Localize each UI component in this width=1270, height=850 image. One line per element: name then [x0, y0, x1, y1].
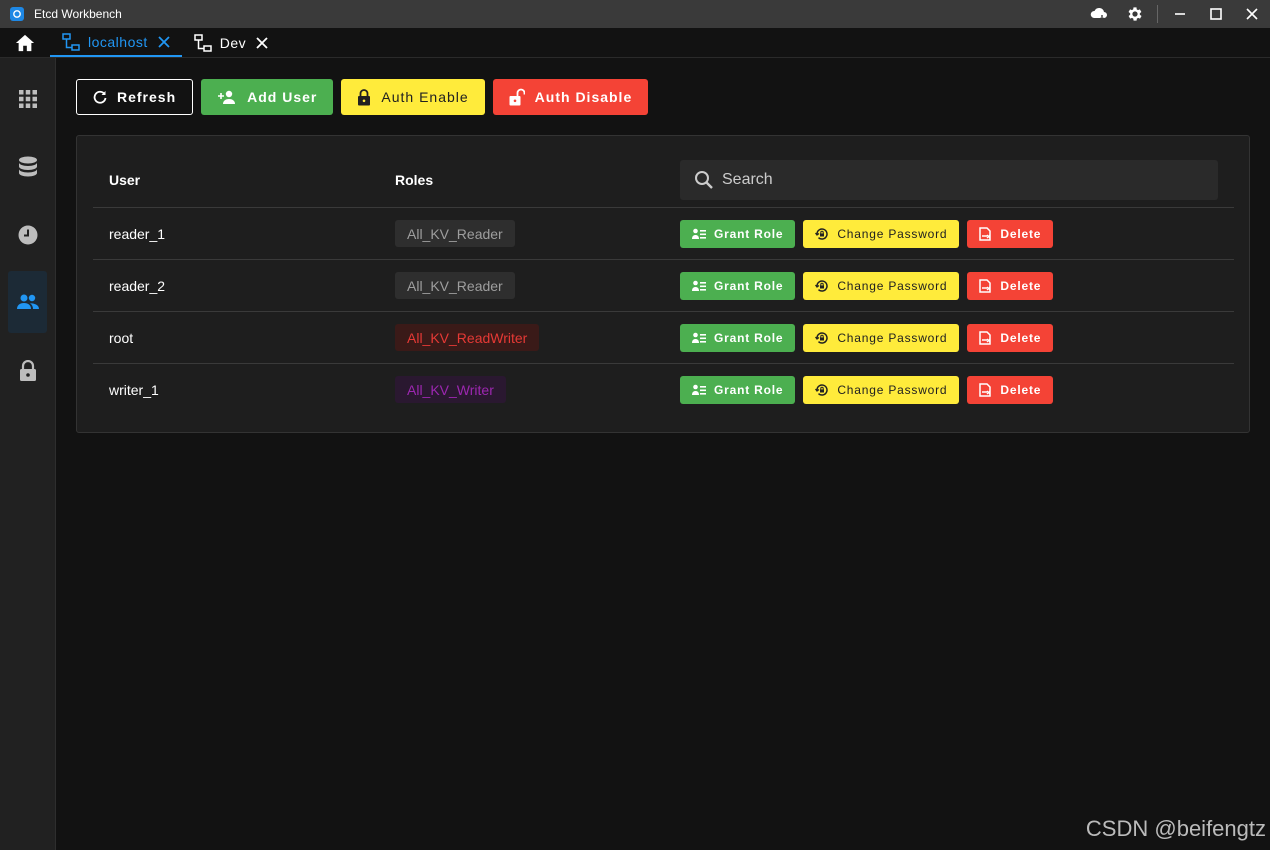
- main-content: Refresh Add User Auth Enable Auth Disabl…: [56, 58, 1270, 850]
- refresh-button[interactable]: Refresh: [76, 79, 194, 115]
- change-password-button[interactable]: Change Password: [803, 272, 960, 300]
- close-tab-icon[interactable]: [256, 36, 268, 49]
- app-title: Etcd Workbench: [34, 7, 122, 21]
- grant-role-button[interactable]: Grant Role: [680, 220, 796, 248]
- users-table-card: User Roles reader_1 All_KV_Reader Grant …: [76, 135, 1250, 433]
- sidebar-item-leases[interactable]: [8, 204, 47, 266]
- tab-bar: localhost Dev: [0, 28, 1270, 58]
- grant-role-icon: [692, 280, 706, 291]
- grant-role-button[interactable]: Grant Role: [680, 272, 796, 300]
- role-chip[interactable]: All_KV_Reader: [395, 220, 515, 247]
- table-row: writer_1 All_KV_Writer Grant Role Change…: [93, 363, 1234, 415]
- role-chip[interactable]: All_KV_Writer: [395, 376, 506, 403]
- delete-user-icon: [979, 383, 992, 397]
- delete-user-icon: [979, 227, 992, 241]
- lock-reset-icon: [815, 384, 829, 396]
- network-icon: [194, 33, 212, 52]
- user-name: writer_1: [109, 382, 159, 398]
- sidebar: [0, 58, 56, 850]
- lock-reset-icon: [815, 228, 829, 240]
- grant-role-icon: [692, 332, 706, 343]
- database-icon: [18, 156, 37, 177]
- title-bar-separator: [1157, 5, 1158, 23]
- grant-role-icon: [692, 384, 706, 395]
- sidebar-item-cluster[interactable]: [8, 68, 47, 130]
- column-header-roles: Roles: [395, 172, 434, 188]
- user-name: root: [109, 330, 134, 346]
- auth-enable-button[interactable]: Auth Enable: [341, 79, 485, 115]
- role-chip[interactable]: All_KV_Reader: [395, 272, 515, 299]
- users-icon: [16, 294, 39, 309]
- delete-user-icon: [979, 279, 992, 293]
- search-icon: [695, 171, 713, 189]
- sidebar-item-users[interactable]: [8, 271, 47, 333]
- add-user-button[interactable]: Add User: [201, 79, 334, 115]
- grant-role-button[interactable]: Grant Role: [680, 376, 796, 404]
- lock-reset-icon: [815, 280, 829, 292]
- lock-icon: [19, 360, 36, 381]
- role-chip[interactable]: All_KV_ReadWriter: [395, 324, 540, 351]
- clock-icon: [18, 225, 37, 245]
- user-name: reader_2: [109, 278, 166, 294]
- user-name: reader_1: [109, 226, 166, 242]
- home-icon: [15, 34, 35, 51]
- table-row: root All_KV_ReadWriter Grant Role Change…: [93, 311, 1234, 363]
- delete-button[interactable]: Delete: [967, 324, 1054, 352]
- tab-label: localhost: [88, 33, 148, 50]
- grant-role-button[interactable]: Grant Role: [680, 324, 796, 352]
- table-row: reader_2 All_KV_Reader Grant Role Change…: [93, 259, 1234, 311]
- delete-button[interactable]: Delete: [967, 376, 1054, 404]
- row-actions: Grant Role Change Password Delete: [680, 376, 1054, 404]
- home-tab[interactable]: [0, 28, 50, 57]
- tab-label: Dev: [219, 34, 247, 51]
- change-password-button[interactable]: Change Password: [803, 324, 960, 352]
- delete-button[interactable]: Delete: [967, 272, 1054, 300]
- column-header-user: User: [109, 172, 141, 188]
- lock-open-icon: [509, 88, 525, 106]
- title-bar: Etcd Workbench: [0, 0, 1270, 28]
- network-icon: [62, 32, 80, 51]
- sidebar-item-auth[interactable]: [8, 340, 47, 402]
- maximize-icon[interactable]: [1198, 0, 1234, 28]
- row-actions: Grant Role Change Password Delete: [680, 220, 1054, 248]
- tab-dev[interactable]: Dev: [182, 28, 280, 57]
- add-user-icon: [218, 90, 236, 104]
- search-box: [680, 160, 1218, 200]
- minimize-icon[interactable]: [1162, 0, 1198, 28]
- app-logo-icon: [10, 7, 24, 21]
- auth-disable-button[interactable]: Auth Disable: [492, 79, 649, 115]
- grid-icon: [18, 90, 37, 108]
- search-input[interactable]: [722, 171, 1202, 189]
- cloud-download-icon[interactable]: [1081, 0, 1117, 28]
- sidebar-item-keys[interactable]: [8, 136, 47, 198]
- gear-icon[interactable]: [1117, 0, 1153, 28]
- delete-user-icon: [979, 331, 992, 345]
- grant-role-icon: [692, 228, 706, 239]
- table-row: reader_1 All_KV_Reader Grant Role Change…: [93, 207, 1234, 259]
- row-actions: Grant Role Change Password Delete: [680, 272, 1054, 300]
- row-actions: Grant Role Change Password Delete: [680, 324, 1054, 352]
- toolbar: Refresh Add User Auth Enable Auth Disabl…: [76, 79, 649, 115]
- change-password-button[interactable]: Change Password: [803, 220, 960, 248]
- refresh-icon: [93, 90, 107, 104]
- close-tab-icon[interactable]: [158, 35, 170, 48]
- change-password-button[interactable]: Change Password: [803, 376, 960, 404]
- close-window-icon[interactable]: [1234, 0, 1270, 28]
- lock-reset-icon: [815, 332, 829, 344]
- delete-button[interactable]: Delete: [967, 220, 1054, 248]
- tab-localhost[interactable]: localhost: [50, 28, 182, 57]
- lock-icon: [358, 88, 371, 105]
- watermark: CSDN @beifengtz: [1085, 816, 1266, 841]
